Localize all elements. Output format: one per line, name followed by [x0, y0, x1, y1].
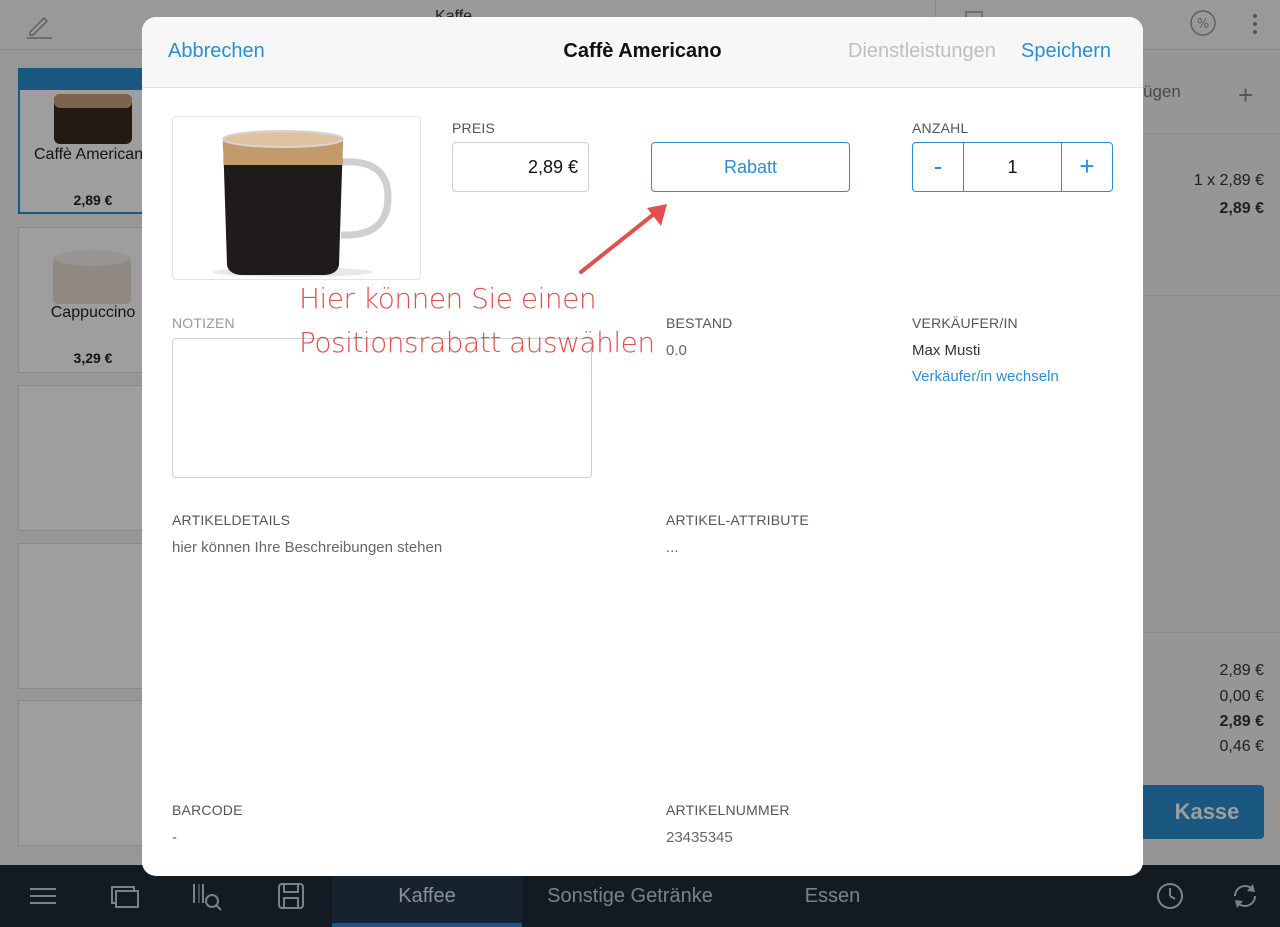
- stock-label: BESTAND: [666, 315, 733, 331]
- discount-button[interactable]: Rabatt: [651, 142, 850, 192]
- product-photo: [172, 116, 421, 280]
- details-value: hier können Ihre Beschreibungen stehen: [172, 539, 443, 556]
- change-seller-link[interactable]: Verkäufer/in wechseln: [912, 368, 1059, 385]
- barcode-value: -: [172, 829, 177, 846]
- seller-value: Max Musti: [912, 342, 981, 359]
- barcode-label: BARCODE: [172, 802, 243, 818]
- quantity-stepper: - 1 +: [912, 142, 1113, 192]
- coffee-mug-image: [213, 130, 392, 277]
- seller-label: VERKÄUFER/IN: [912, 315, 1018, 331]
- annotation-line-1: Hier können Sie einen: [299, 282, 597, 315]
- attributes-value: ...: [666, 539, 679, 556]
- quantity-value[interactable]: 1: [963, 143, 1062, 191]
- article-number-value: 23435345: [666, 829, 733, 846]
- stock-value: 0.0: [666, 342, 687, 359]
- attributes-label: ARTIKEL-ATTRIBUTE: [666, 512, 809, 528]
- quantity-decrease-button[interactable]: -: [913, 143, 963, 191]
- dialog-header: Abbrechen Caffè Americano Dienstleistung…: [142, 17, 1143, 88]
- services-button[interactable]: Dienstleistungen: [848, 40, 996, 63]
- notes-label: NOTIZEN: [172, 315, 235, 331]
- save-button[interactable]: Speichern: [1021, 40, 1111, 63]
- quantity-label: ANZAHL: [912, 120, 969, 136]
- details-label: ARTIKELDETAILS: [172, 512, 291, 528]
- price-input[interactable]: 2,89 €: [452, 142, 589, 192]
- article-edit-dialog: Abbrechen Caffè Americano Dienstleistung…: [142, 17, 1143, 876]
- article-number-label: ARTIKELNUMMER: [666, 802, 790, 818]
- annotation-line-2: Positionsrabatt auswählen: [299, 326, 655, 359]
- annotation-arrow-icon: [579, 204, 667, 274]
- price-label: PREIS: [452, 120, 496, 136]
- quantity-increase-button[interactable]: +: [1062, 143, 1112, 191]
